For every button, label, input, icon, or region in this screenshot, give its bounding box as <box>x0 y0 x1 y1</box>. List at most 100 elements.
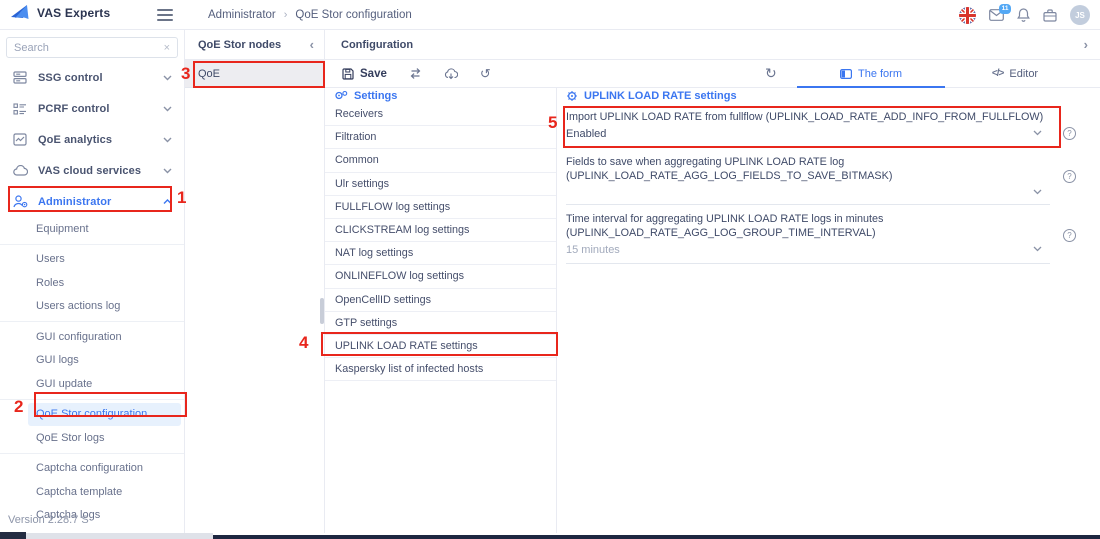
settings-item-common[interactable]: Common <box>325 149 556 172</box>
help-icon[interactable]: ? <box>1063 170 1076 183</box>
chevron-down-icon <box>163 137 172 143</box>
refresh-icon[interactable]: ↻ <box>765 60 777 87</box>
settings-item-onlineflow-log[interactable]: ONLINEFLOW log settings <box>325 265 556 288</box>
sidebar-item-qoe-stor-configuration[interactable]: QoE Stor configuration <box>28 403 181 427</box>
settings-item-receivers[interactable]: Receivers <box>325 103 556 126</box>
sidebar-item-roles[interactable]: Roles <box>0 271 184 295</box>
sidebar-item-captcha-template[interactable]: Captcha template <box>0 480 184 504</box>
expand-panel-icon[interactable]: › <box>1084 37 1088 52</box>
server-icon <box>12 71 28 84</box>
settings-item-opencellid[interactable]: OpenCellID settings <box>325 289 556 312</box>
gear-icon <box>566 90 578 102</box>
bottom-bar-navy-segment <box>213 535 1100 539</box>
form-tab-icon <box>840 69 852 79</box>
search-clear-icon[interactable]: × <box>164 42 170 54</box>
messages-count-badge: 11 <box>999 4 1011 14</box>
field-label: Time interval for aggregating UPLINK LOA… <box>566 210 1050 240</box>
brand-name: VAS Experts <box>37 6 110 20</box>
help-icon[interactable]: ? <box>1063 127 1076 140</box>
dropdown-chevron-icon[interactable] <box>1033 130 1042 136</box>
submenu-divider <box>0 244 184 245</box>
settings-item-gtp[interactable]: GTP settings <box>325 312 556 335</box>
nodes-panel-title: QoE Stor nodes <box>198 39 281 51</box>
cloud-icon <box>12 165 28 176</box>
search-input[interactable] <box>14 42 164 54</box>
sidebar-item-gui-logs[interactable]: GUI logs <box>0 349 184 373</box>
submenu-divider <box>0 453 184 454</box>
chart-icon <box>12 133 28 146</box>
field-label: Import UPLINK LOAD RATE from fullflow (U… <box>566 108 1050 124</box>
chevron-down-icon <box>163 168 172 174</box>
field-import-uplink-load-rate: Import UPLINK LOAD RATE from fullflow (U… <box>566 103 1050 148</box>
settings-list-title: Settings <box>354 90 397 102</box>
briefcase-icon[interactable] <box>1043 9 1057 22</box>
field-label: Fields to save when aggregating UPLINK L… <box>566 153 1050 183</box>
history-restore-icon[interactable]: ↺ <box>480 66 491 82</box>
sidebar-item-users[interactable]: Users <box>0 248 184 272</box>
scrollbar-thumb[interactable] <box>320 298 324 324</box>
node-item-qoe[interactable]: QoE <box>185 60 324 88</box>
settings-item-clickstream-log[interactable]: CLICKSTREAM log settings <box>325 219 556 242</box>
version-label: Version 2.28.7 S <box>8 514 89 526</box>
brand: VAS Experts <box>10 4 110 21</box>
help-icon[interactable]: ? <box>1063 229 1076 242</box>
user-avatar[interactable]: JS <box>1070 5 1090 25</box>
sidebar-item-gui-update[interactable]: GUI update <box>0 372 184 396</box>
sidebar-item-label: SSG control <box>38 72 163 84</box>
sidebar-item-administrator[interactable]: Administrator <box>0 186 184 217</box>
breadcrumb-item[interactable]: Administrator <box>208 9 276 21</box>
uplink-settings-form: UPLINK LOAD RATE settings Import UPLINK … <box>557 88 1100 533</box>
sidebar-item-ssg-control[interactable]: SSG control <box>0 62 184 93</box>
chevron-down-icon <box>163 75 172 81</box>
sidebar-item-users-actions-log[interactable]: Users actions log <box>0 295 184 319</box>
sidebar-item-captcha-configuration[interactable]: Captcha configuration <box>0 457 184 481</box>
settings-item-filtration[interactable]: Filtration <box>325 126 556 149</box>
breadcrumb-item: QoE Stor configuration <box>295 9 411 21</box>
dropdown-chevron-icon[interactable] <box>1033 246 1042 252</box>
sidebar-item-equipment[interactable]: Equipment <box>0 217 184 241</box>
settings-list-panel: Settings Receivers Filtration Common Ulr… <box>325 88 557 533</box>
submenu-divider <box>0 399 184 400</box>
settings-item-nat-log[interactable]: NAT log settings <box>325 242 556 265</box>
field-fields-to-save: Fields to save when aggregating UPLINK L… <box>566 148 1050 205</box>
sidebar-item-qoe-analytics[interactable]: QoE analytics <box>0 124 184 155</box>
cloud-download-icon[interactable] <box>444 68 458 80</box>
sidebar-item-pcrf-control[interactable]: PCRF control <box>0 93 184 124</box>
compare-icon[interactable] <box>409 68 422 79</box>
tab-editor[interactable]: </> Editor <box>955 60 1075 87</box>
language-flag-icon[interactable] <box>959 7 976 24</box>
settings-item-uplink-load-rate[interactable]: UPLINK LOAD RATE settings <box>325 335 556 358</box>
sidebar-item-gui-configuration[interactable]: GUI configuration <box>0 325 184 349</box>
sidebar-item-label: VAS cloud services <box>38 165 163 177</box>
sidebar-item-vas-cloud-services[interactable]: VAS cloud services <box>0 155 184 186</box>
sidebar-item-label: PCRF control <box>38 103 163 115</box>
settings-item-kaspersky[interactable]: Kaspersky list of infected hosts <box>325 358 556 381</box>
submenu-divider <box>0 321 184 322</box>
sidebar-nav: SSG control PCRF control QoE analytics V… <box>0 62 184 527</box>
code-icon: </> <box>992 68 1003 79</box>
dropdown-chevron-icon[interactable] <box>1033 189 1042 195</box>
tab-the-form[interactable]: The form <box>797 60 945 87</box>
settings-item-ulr-settings[interactable]: Ulr settings <box>325 173 556 196</box>
chevron-up-icon <box>163 199 172 205</box>
field-value[interactable]: Enabled <box>566 128 606 140</box>
settings-item-fullflow-log[interactable]: FULLFLOW log settings <box>325 196 556 219</box>
messages-icon[interactable]: 11 <box>989 9 1004 21</box>
sidebar-item-label: Administrator <box>38 196 163 208</box>
save-button-label: Save <box>360 68 387 80</box>
breadcrumb-separator: › <box>284 9 288 21</box>
list-icon <box>12 103 28 115</box>
save-button[interactable]: Save <box>342 68 387 80</box>
administrator-submenu: Equipment Users Roles Users actions log … <box>0 217 184 527</box>
breadcrumb: Administrator › QoE Stor configuration <box>208 0 412 30</box>
vas-experts-logo-icon <box>10 4 30 21</box>
admin-user-gear-icon <box>12 195 28 208</box>
bottom-bar-light-segment <box>26 533 213 539</box>
notifications-bell-icon[interactable] <box>1017 8 1030 22</box>
field-value[interactable]: 15 minutes <box>566 244 620 256</box>
sidebar: × SSG control PCRF control QoE analytics <box>0 30 185 533</box>
sidebar-item-qoe-stor-logs[interactable]: QoE Stor logs <box>0 426 184 450</box>
hamburger-menu-icon[interactable] <box>157 9 173 21</box>
sidebar-item-label: QoE analytics <box>38 134 163 146</box>
collapse-panel-icon[interactable]: ‹ <box>310 37 314 52</box>
